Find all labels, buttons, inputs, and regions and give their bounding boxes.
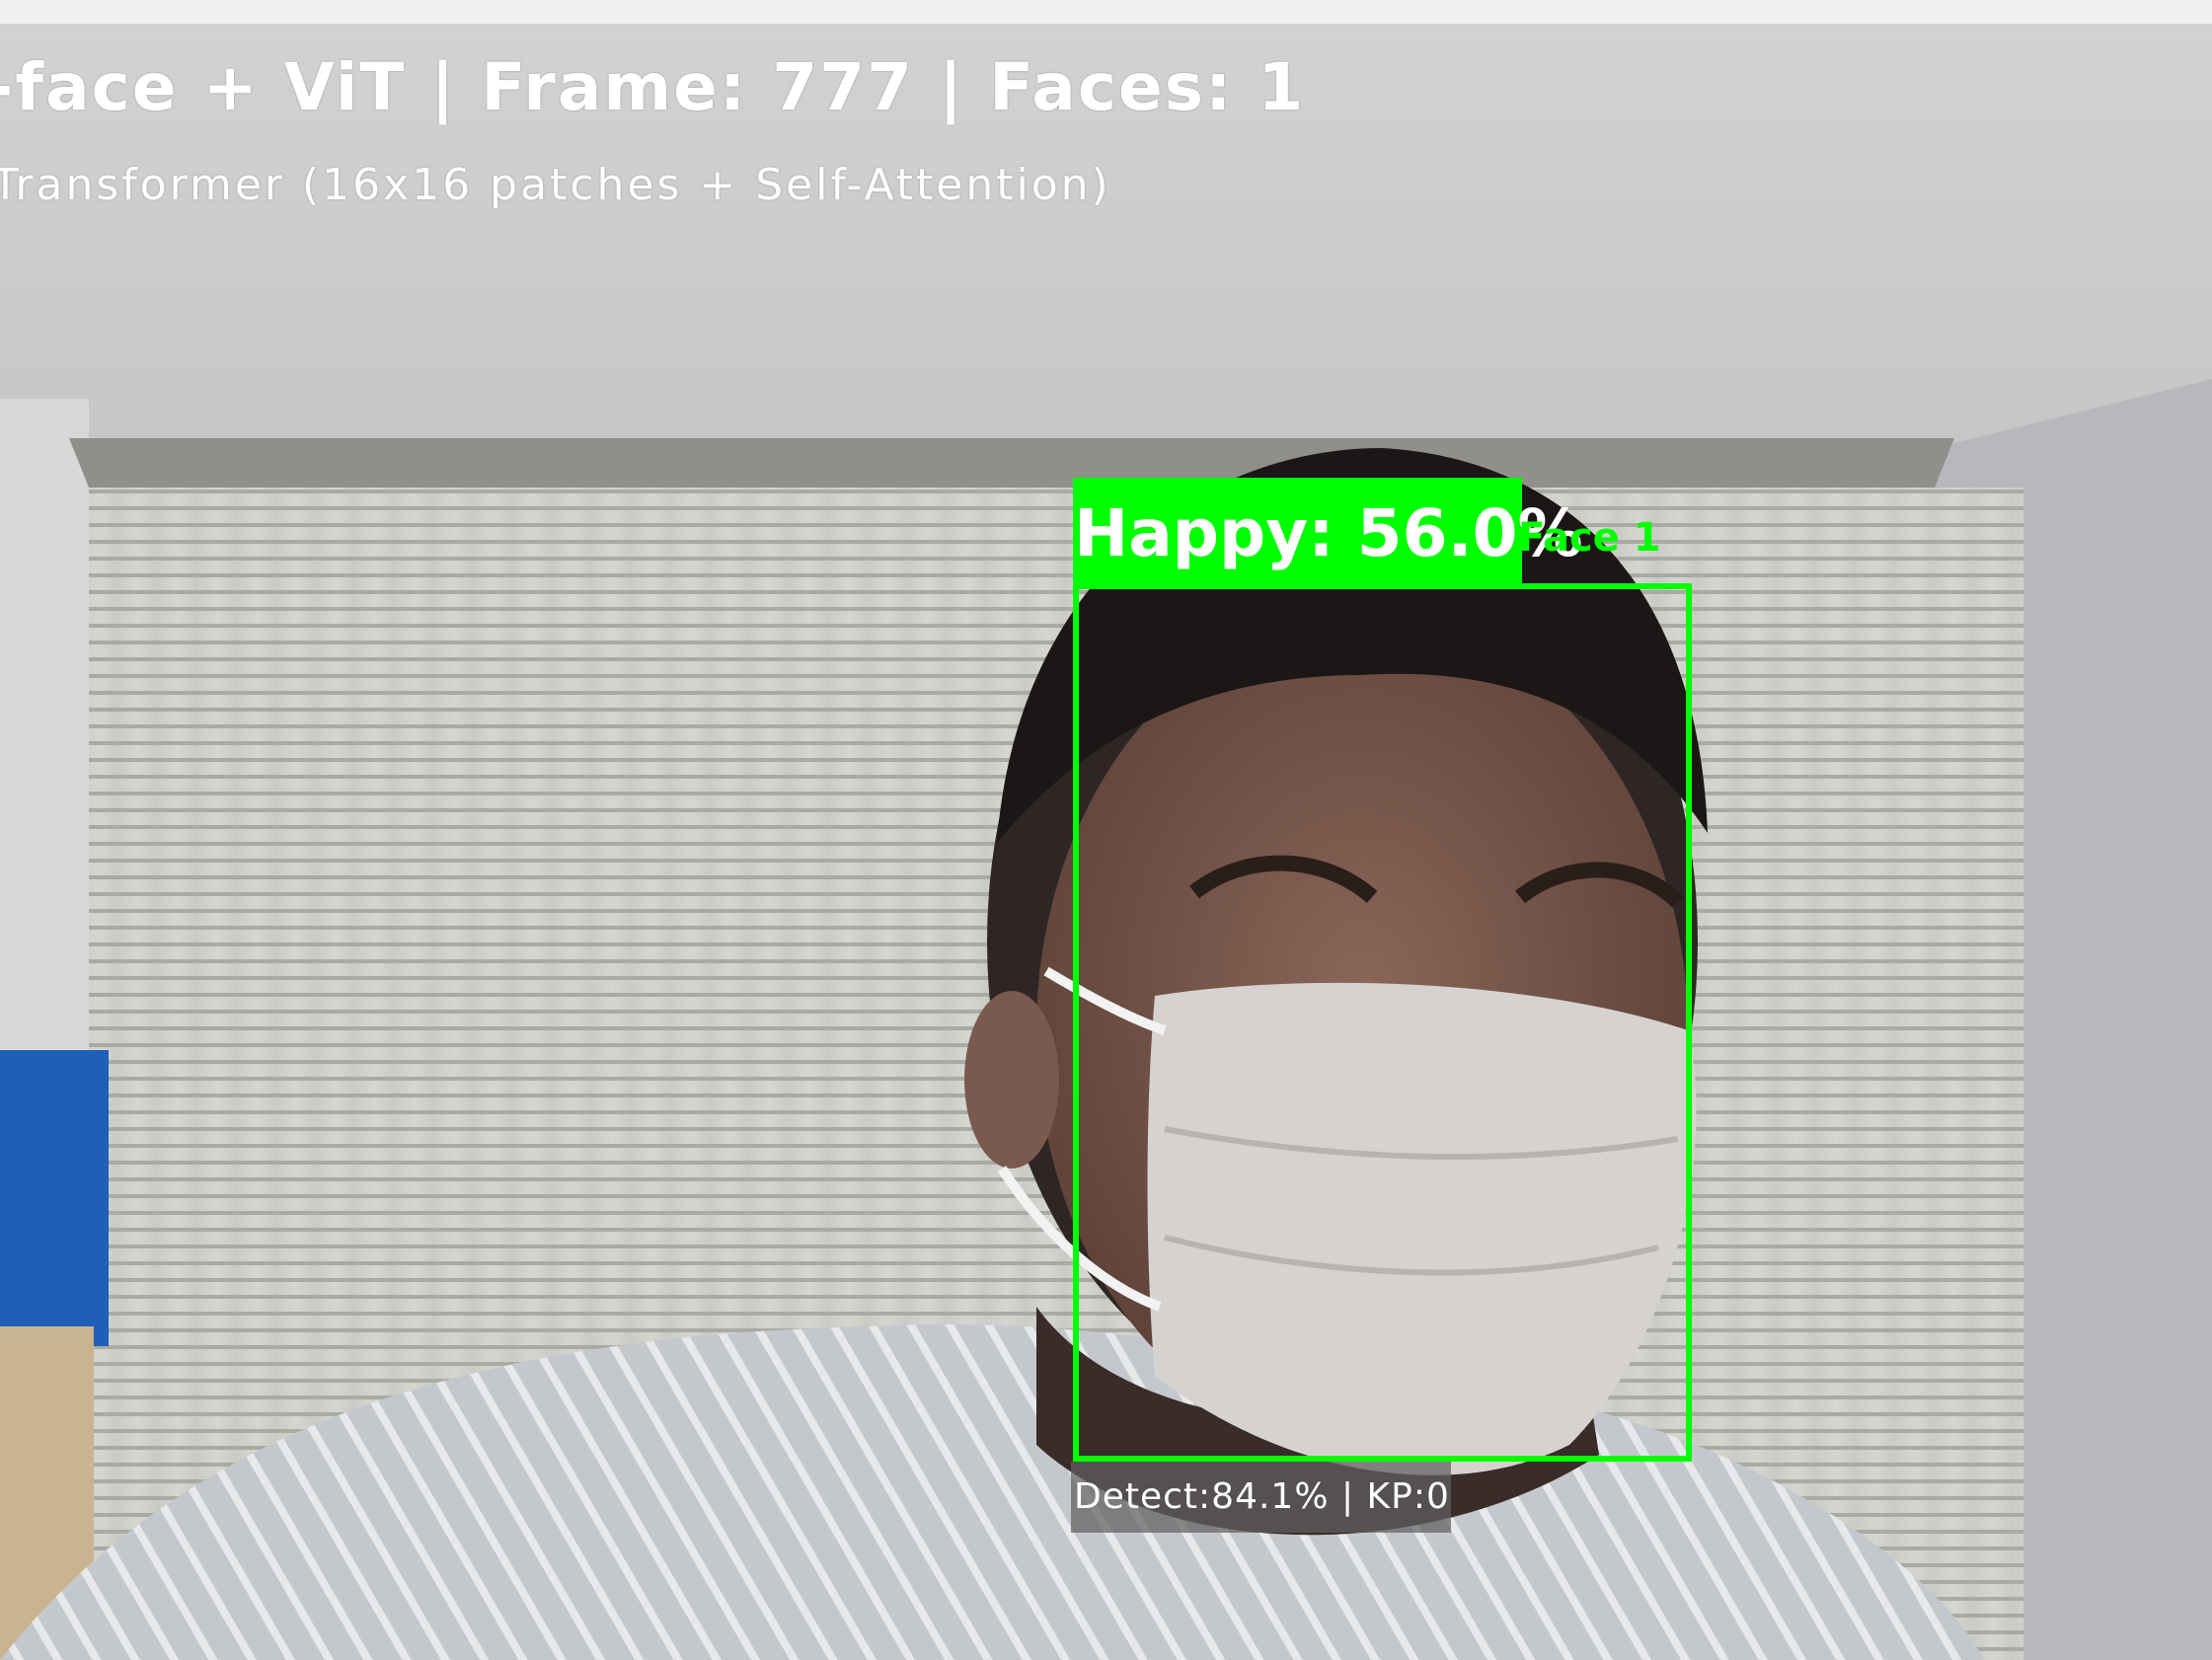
emotion-label: Happy: 56.0% bbox=[1074, 495, 1583, 571]
video-window: -face + ViT | Frame: 777 | Faces: 1 Tran… bbox=[0, 0, 2212, 1660]
overlay-header-text: -face + ViT | Frame: 777 | Faces: 1 bbox=[0, 49, 1306, 125]
face-bounding-box bbox=[1073, 583, 1692, 1462]
overlay-subheader-text: Transformer (16x16 patches + Self-Attent… bbox=[0, 160, 1111, 210]
window-titlebar[interactable] bbox=[0, 0, 2212, 24]
detection-info-label: Detect:84.1% | KP:0 bbox=[1074, 1476, 1450, 1517]
camera-frame: -face + ViT | Frame: 777 | Faces: 1 Tran… bbox=[0, 24, 2212, 1660]
face-id-label: Face 1 bbox=[1518, 515, 1661, 561]
